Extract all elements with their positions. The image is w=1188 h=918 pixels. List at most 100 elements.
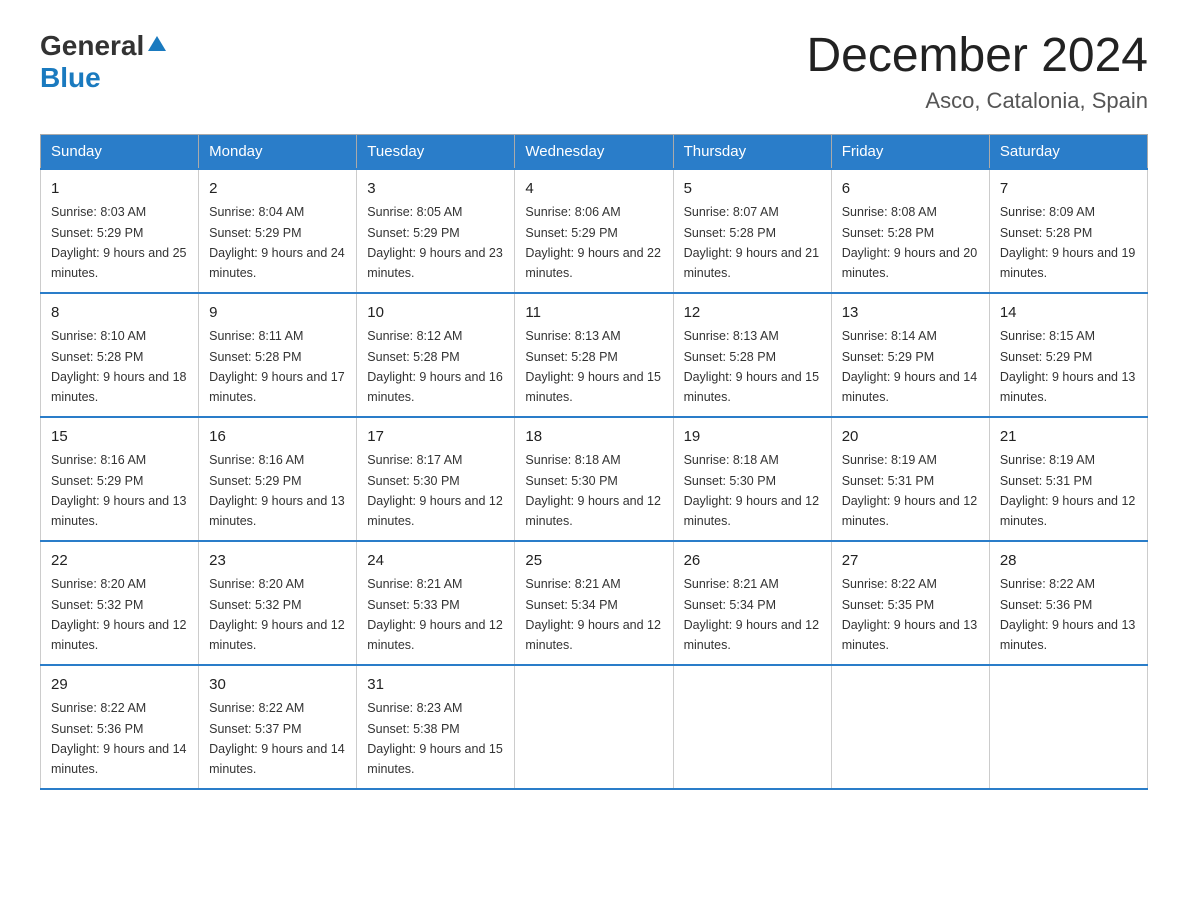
day-number: 18 xyxy=(525,426,662,449)
day-info: Sunrise: 8:14 AMSunset: 5:29 PMDaylight:… xyxy=(842,329,978,404)
calendar-week-row: 29 Sunrise: 8:22 AMSunset: 5:36 PMDaylig… xyxy=(41,665,1148,789)
table-row: 9 Sunrise: 8:11 AMSunset: 5:28 PMDayligh… xyxy=(199,293,357,417)
logo-general-text: General xyxy=(40,30,144,62)
table-row xyxy=(515,665,673,789)
header-saturday: Saturday xyxy=(989,134,1147,169)
table-row: 5 Sunrise: 8:07 AMSunset: 5:28 PMDayligh… xyxy=(673,169,831,293)
day-number: 19 xyxy=(684,426,821,449)
day-number: 14 xyxy=(1000,302,1137,325)
calendar-week-row: 22 Sunrise: 8:20 AMSunset: 5:32 PMDaylig… xyxy=(41,541,1148,665)
day-info: Sunrise: 8:04 AMSunset: 5:29 PMDaylight:… xyxy=(209,205,345,280)
table-row: 29 Sunrise: 8:22 AMSunset: 5:36 PMDaylig… xyxy=(41,665,199,789)
day-info: Sunrise: 8:06 AMSunset: 5:29 PMDaylight:… xyxy=(525,205,661,280)
table-row: 27 Sunrise: 8:22 AMSunset: 5:35 PMDaylig… xyxy=(831,541,989,665)
day-number: 8 xyxy=(51,302,188,325)
day-info: Sunrise: 8:10 AMSunset: 5:28 PMDaylight:… xyxy=(51,329,187,404)
day-info: Sunrise: 8:16 AMSunset: 5:29 PMDaylight:… xyxy=(51,453,187,528)
table-row: 26 Sunrise: 8:21 AMSunset: 5:34 PMDaylig… xyxy=(673,541,831,665)
calendar-subtitle: Asco, Catalonia, Spain xyxy=(806,88,1148,114)
day-number: 10 xyxy=(367,302,504,325)
calendar-header-row: Sunday Monday Tuesday Wednesday Thursday… xyxy=(41,134,1148,169)
day-number: 22 xyxy=(51,550,188,573)
day-info: Sunrise: 8:16 AMSunset: 5:29 PMDaylight:… xyxy=(209,453,345,528)
day-info: Sunrise: 8:19 AMSunset: 5:31 PMDaylight:… xyxy=(1000,453,1136,528)
day-number: 30 xyxy=(209,674,346,697)
day-number: 20 xyxy=(842,426,979,449)
table-row: 30 Sunrise: 8:22 AMSunset: 5:37 PMDaylig… xyxy=(199,665,357,789)
table-row xyxy=(989,665,1147,789)
table-row: 20 Sunrise: 8:19 AMSunset: 5:31 PMDaylig… xyxy=(831,417,989,541)
logo: General Blue xyxy=(40,30,168,94)
day-info: Sunrise: 8:08 AMSunset: 5:28 PMDaylight:… xyxy=(842,205,978,280)
day-number: 9 xyxy=(209,302,346,325)
table-row: 24 Sunrise: 8:21 AMSunset: 5:33 PMDaylig… xyxy=(357,541,515,665)
day-number: 3 xyxy=(367,178,504,201)
header-monday: Monday xyxy=(199,134,357,169)
table-row: 22 Sunrise: 8:20 AMSunset: 5:32 PMDaylig… xyxy=(41,541,199,665)
day-info: Sunrise: 8:22 AMSunset: 5:36 PMDaylight:… xyxy=(51,701,187,776)
day-info: Sunrise: 8:21 AMSunset: 5:33 PMDaylight:… xyxy=(367,577,503,652)
day-info: Sunrise: 8:18 AMSunset: 5:30 PMDaylight:… xyxy=(684,453,820,528)
day-number: 4 xyxy=(525,178,662,201)
day-info: Sunrise: 8:09 AMSunset: 5:28 PMDaylight:… xyxy=(1000,205,1136,280)
day-info: Sunrise: 8:19 AMSunset: 5:31 PMDaylight:… xyxy=(842,453,978,528)
day-info: Sunrise: 8:21 AMSunset: 5:34 PMDaylight:… xyxy=(684,577,820,652)
header-sunday: Sunday xyxy=(41,134,199,169)
day-number: 23 xyxy=(209,550,346,573)
day-number: 7 xyxy=(1000,178,1137,201)
table-row: 15 Sunrise: 8:16 AMSunset: 5:29 PMDaylig… xyxy=(41,417,199,541)
table-row: 10 Sunrise: 8:12 AMSunset: 5:28 PMDaylig… xyxy=(357,293,515,417)
table-row: 11 Sunrise: 8:13 AMSunset: 5:28 PMDaylig… xyxy=(515,293,673,417)
table-row: 23 Sunrise: 8:20 AMSunset: 5:32 PMDaylig… xyxy=(199,541,357,665)
calendar-week-row: 1 Sunrise: 8:03 AMSunset: 5:29 PMDayligh… xyxy=(41,169,1148,293)
day-info: Sunrise: 8:20 AMSunset: 5:32 PMDaylight:… xyxy=(51,577,187,652)
page-header: General Blue December 2024 Asco, Catalon… xyxy=(40,30,1148,114)
day-number: 2 xyxy=(209,178,346,201)
day-number: 31 xyxy=(367,674,504,697)
table-row: 7 Sunrise: 8:09 AMSunset: 5:28 PMDayligh… xyxy=(989,169,1147,293)
table-row: 18 Sunrise: 8:18 AMSunset: 5:30 PMDaylig… xyxy=(515,417,673,541)
logo-blue-text: Blue xyxy=(40,62,101,93)
day-number: 24 xyxy=(367,550,504,573)
table-row: 25 Sunrise: 8:21 AMSunset: 5:34 PMDaylig… xyxy=(515,541,673,665)
day-number: 16 xyxy=(209,426,346,449)
table-row: 2 Sunrise: 8:04 AMSunset: 5:29 PMDayligh… xyxy=(199,169,357,293)
day-info: Sunrise: 8:07 AMSunset: 5:28 PMDaylight:… xyxy=(684,205,820,280)
table-row: 13 Sunrise: 8:14 AMSunset: 5:29 PMDaylig… xyxy=(831,293,989,417)
table-row: 21 Sunrise: 8:19 AMSunset: 5:31 PMDaylig… xyxy=(989,417,1147,541)
day-info: Sunrise: 8:22 AMSunset: 5:35 PMDaylight:… xyxy=(842,577,978,652)
table-row: 19 Sunrise: 8:18 AMSunset: 5:30 PMDaylig… xyxy=(673,417,831,541)
day-info: Sunrise: 8:03 AMSunset: 5:29 PMDaylight:… xyxy=(51,205,187,280)
day-info: Sunrise: 8:15 AMSunset: 5:29 PMDaylight:… xyxy=(1000,329,1136,404)
table-row: 4 Sunrise: 8:06 AMSunset: 5:29 PMDayligh… xyxy=(515,169,673,293)
day-info: Sunrise: 8:12 AMSunset: 5:28 PMDaylight:… xyxy=(367,329,503,404)
day-number: 21 xyxy=(1000,426,1137,449)
day-info: Sunrise: 8:22 AMSunset: 5:37 PMDaylight:… xyxy=(209,701,345,776)
day-info: Sunrise: 8:13 AMSunset: 5:28 PMDaylight:… xyxy=(525,329,661,404)
table-row: 17 Sunrise: 8:17 AMSunset: 5:30 PMDaylig… xyxy=(357,417,515,541)
day-number: 12 xyxy=(684,302,821,325)
table-row: 28 Sunrise: 8:22 AMSunset: 5:36 PMDaylig… xyxy=(989,541,1147,665)
day-info: Sunrise: 8:13 AMSunset: 5:28 PMDaylight:… xyxy=(684,329,820,404)
day-info: Sunrise: 8:22 AMSunset: 5:36 PMDaylight:… xyxy=(1000,577,1136,652)
day-number: 27 xyxy=(842,550,979,573)
table-row: 14 Sunrise: 8:15 AMSunset: 5:29 PMDaylig… xyxy=(989,293,1147,417)
table-row: 6 Sunrise: 8:08 AMSunset: 5:28 PMDayligh… xyxy=(831,169,989,293)
day-number: 6 xyxy=(842,178,979,201)
day-number: 1 xyxy=(51,178,188,201)
calendar-week-row: 8 Sunrise: 8:10 AMSunset: 5:28 PMDayligh… xyxy=(41,293,1148,417)
table-row: 12 Sunrise: 8:13 AMSunset: 5:28 PMDaylig… xyxy=(673,293,831,417)
calendar-week-row: 15 Sunrise: 8:16 AMSunset: 5:29 PMDaylig… xyxy=(41,417,1148,541)
header-wednesday: Wednesday xyxy=(515,134,673,169)
header-friday: Friday xyxy=(831,134,989,169)
day-info: Sunrise: 8:18 AMSunset: 5:30 PMDaylight:… xyxy=(525,453,661,528)
table-row: 16 Sunrise: 8:16 AMSunset: 5:29 PMDaylig… xyxy=(199,417,357,541)
table-row xyxy=(831,665,989,789)
day-number: 29 xyxy=(51,674,188,697)
day-number: 11 xyxy=(525,302,662,325)
day-info: Sunrise: 8:20 AMSunset: 5:32 PMDaylight:… xyxy=(209,577,345,652)
day-number: 17 xyxy=(367,426,504,449)
table-row: 8 Sunrise: 8:10 AMSunset: 5:28 PMDayligh… xyxy=(41,293,199,417)
day-number: 13 xyxy=(842,302,979,325)
title-section: December 2024 Asco, Catalonia, Spain xyxy=(806,30,1148,114)
